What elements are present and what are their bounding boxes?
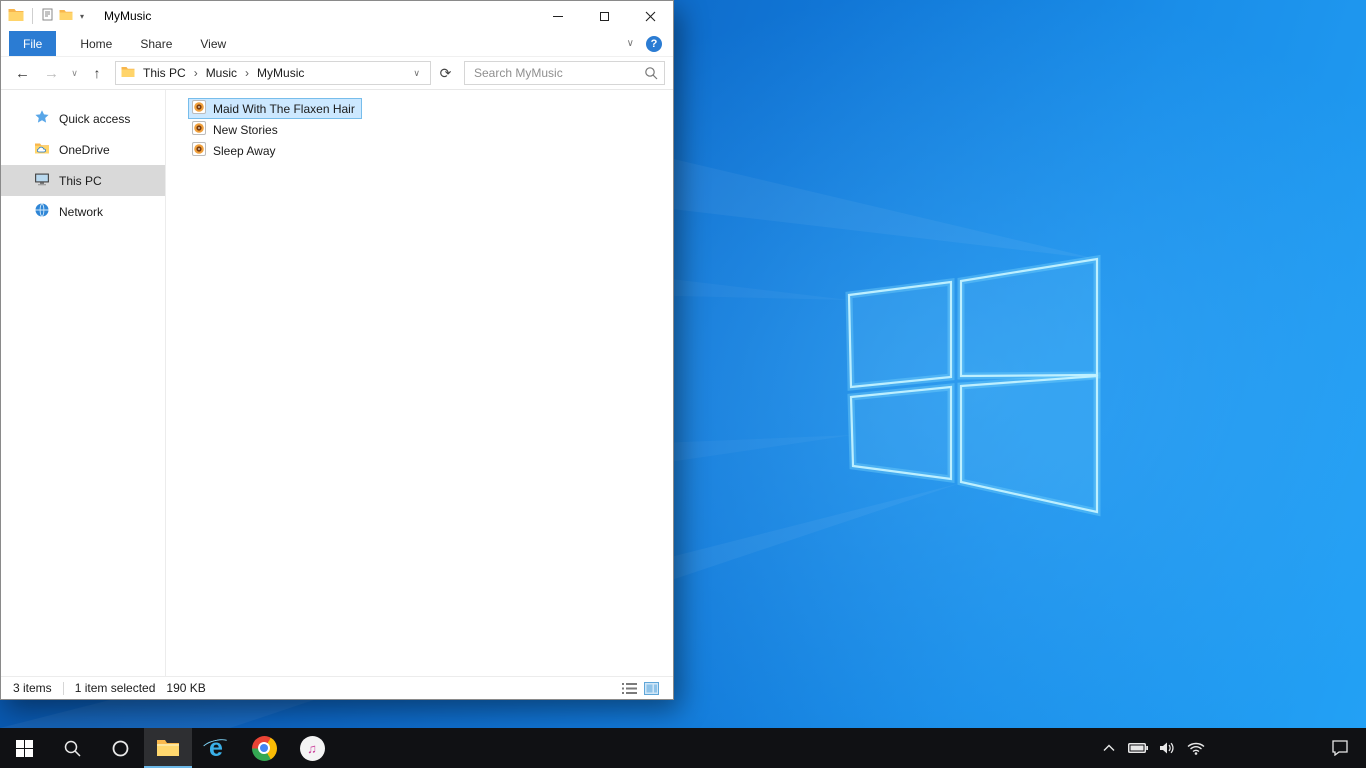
taskbar-chrome-button[interactable] [240,728,288,768]
breadcrumb-this-pc[interactable]: This PC [136,66,193,80]
qat-new-folder-icon[interactable] [59,9,73,24]
file-name: New Stories [213,122,278,137]
file-explorer-icon [157,740,179,756]
network-button[interactable] [1184,728,1208,768]
sidebar-item-label: Quick access [59,111,131,126]
sidebar-item-label: OneDrive [59,142,110,157]
start-button[interactable] [0,728,48,768]
monitor-icon [34,171,50,190]
music-file-icon [191,120,207,139]
file-row[interactable]: Maid With The Flaxen Hair [188,98,362,119]
action-center-icon [1332,740,1348,756]
wifi-icon [1187,742,1205,755]
explorer-app-icon [8,8,24,25]
close-icon [645,11,655,21]
refresh-button[interactable]: ⟳ [433,61,458,85]
file-name: Maid With The Flaxen Hair [213,101,355,116]
file-list[interactable]: Maid With The Flaxen Hair New Stories Sl… [166,90,673,676]
breadcrumb-separator: › [245,66,250,80]
search-icon[interactable] [644,66,658,80]
taskbar-file-explorer-button[interactable] [144,728,192,768]
battery-status-button[interactable] [1126,728,1150,768]
search-icon [64,740,81,757]
minimize-icon [553,15,563,17]
titlebar-separator [32,8,33,24]
sidebar-item-label: Network [59,204,104,219]
breadcrumb-separator: › [193,66,198,80]
action-center-button[interactable] [1319,728,1361,768]
minimize-button[interactable] [535,1,581,31]
close-button[interactable] [627,1,673,31]
explorer-window: ▾ MyMusic File Home Share View ∨ ? ← → ∨… [0,0,674,700]
breadcrumb-mymusic[interactable]: MyMusic [250,66,311,80]
battery-icon [1128,743,1148,753]
navigation-pane: Quick access OneDrive This PC Network [1,90,166,676]
address-folder-icon [121,66,135,81]
help-button[interactable]: ? [646,35,662,52]
back-button[interactable]: ← [9,61,36,85]
cortana-button[interactable] [96,728,144,768]
maximize-icon [599,11,609,21]
up-button[interactable]: ↑ [84,61,110,85]
internet-explorer-icon: e [199,735,232,762]
sidebar-item-this-pc[interactable]: This PC [1,165,165,196]
details-view-button[interactable] [622,682,637,695]
window-title: MyMusic [104,9,152,23]
music-file-icon [191,141,207,160]
cortana-icon [112,740,128,756]
chevron-up-icon [1103,744,1115,751]
music-file-icon [191,99,207,118]
show-hidden-icons-button[interactable] [1097,728,1121,768]
status-bar: 3 items 1 item selected 190 KB [1,676,673,699]
taskbar-itunes-button[interactable]: ♫ [288,728,336,768]
qat-properties-icon[interactable] [41,8,54,24]
search-box [464,61,665,85]
selection-size: 190 KB [166,681,206,695]
tab-file[interactable]: File [9,31,57,56]
breadcrumb-music[interactable]: Music [199,66,244,80]
taskbar-internet-explorer-button[interactable]: e [192,728,240,768]
items-count: 3 items [13,681,52,695]
recent-locations-chevron[interactable]: ∨ [67,61,82,85]
status-separator [62,681,64,695]
search-input[interactable] [465,62,664,84]
tab-share[interactable]: Share [126,31,186,56]
file-row[interactable]: New Stories [188,119,285,140]
qat-customize-chevron[interactable]: ▾ [78,12,86,21]
taskbar-search-button[interactable] [48,728,96,768]
titlebar[interactable]: ▾ MyMusic [1,1,673,31]
system-tray [1097,728,1208,768]
address-dropdown-chevron[interactable]: ∨ [408,68,425,79]
window-controls [535,1,673,31]
address-bar-row: ← → ∨ ↑ This PC › Music › MyMusic ∨ ⟳ [1,57,673,90]
star-icon [34,109,50,128]
speaker-icon [1160,742,1174,754]
sidebar-item-network[interactable]: Network [1,196,165,227]
large-icons-view-button[interactable] [644,681,659,695]
ribbon-tab-row: File Home Share View ∨ ? [1,31,673,57]
tab-view[interactable]: View [186,31,240,56]
maximize-button[interactable] [581,1,627,31]
tab-home[interactable]: Home [66,31,126,56]
ribbon-collapse-chevron[interactable]: ∨ [627,38,634,49]
sidebar-item-onedrive[interactable]: OneDrive [1,134,165,165]
taskbar: e ♫ [0,728,1366,768]
chrome-icon [251,735,277,761]
onedrive-folder-icon [34,140,50,159]
volume-button[interactable] [1155,728,1179,768]
itunes-icon: ♫ [299,735,325,761]
sidebar-item-label: This PC [59,173,102,188]
selection-count: 1 item selected [74,681,156,695]
windows-logo-icon [15,739,33,757]
globe-icon [34,202,50,221]
forward-button[interactable]: → [38,61,65,85]
address-bar[interactable]: This PC › Music › MyMusic ∨ [115,61,431,85]
sidebar-item-quick-access[interactable]: Quick access [1,103,165,134]
file-row[interactable]: Sleep Away [188,140,283,161]
file-name: Sleep Away [213,143,276,158]
